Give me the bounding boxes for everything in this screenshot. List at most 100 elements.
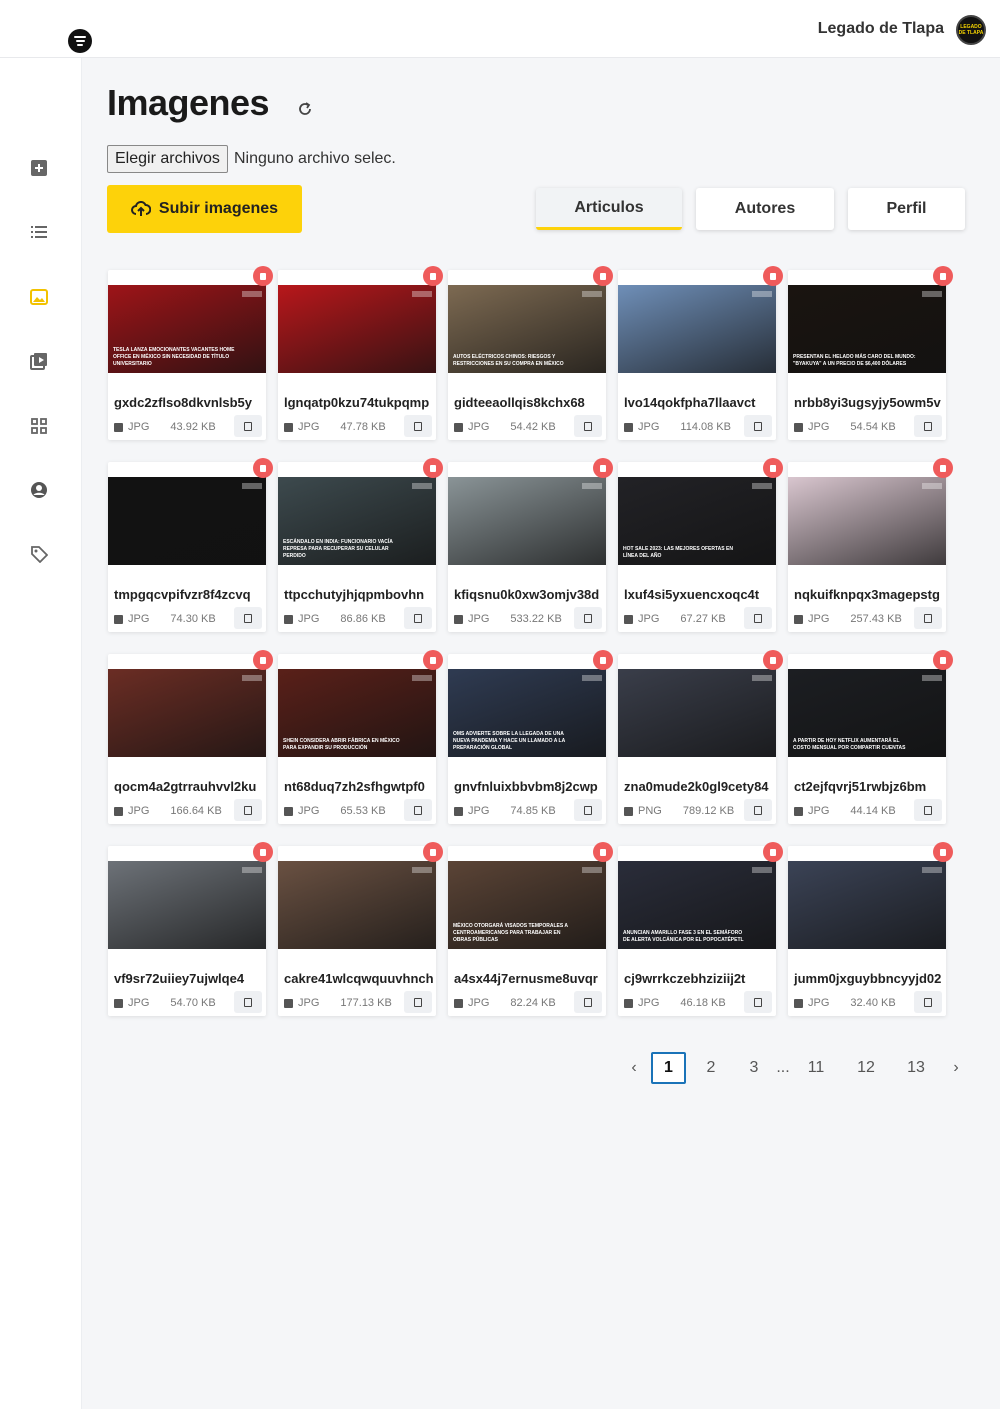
page-button[interactable]: 11 xyxy=(800,1052,832,1084)
image-card[interactable]: jumm0jxguybbncyyjd02 JPG 32.40 KB xyxy=(788,842,953,1016)
tab-articulos[interactable]: Articulos xyxy=(536,188,682,230)
copy-link-button[interactable] xyxy=(744,991,772,1013)
delete-button[interactable] xyxy=(593,842,613,862)
image-card[interactable]: TESLA LANZA EMOCIONANTES VACANTES HOME O… xyxy=(108,266,273,440)
image-card[interactable]: lgnqatp0kzu74tukpqmp JPG 47.78 KB xyxy=(278,266,443,440)
image-card[interactable]: zna0mude2k0gl9cety84 PNG 789.12 KB xyxy=(618,650,783,824)
delete-button[interactable] xyxy=(933,458,953,478)
delete-button[interactable] xyxy=(253,842,273,862)
image-card[interactable]: OMS ADVIERTE SOBRE LA LLEGADA DE UNA NUE… xyxy=(448,650,613,824)
image-card[interactable]: SHEIN CONSIDERA ABRIR FÁBRICA EN MÉXICO … xyxy=(278,650,443,824)
image-thumbnail[interactable] xyxy=(618,669,776,757)
copy-link-button[interactable] xyxy=(404,991,432,1013)
grid-icon[interactable] xyxy=(29,416,49,436)
delete-button[interactable] xyxy=(423,458,443,478)
copy-link-button[interactable] xyxy=(404,415,432,437)
copy-link-button[interactable] xyxy=(404,799,432,821)
image-thumbnail[interactable]: TESLA LANZA EMOCIONANTES VACANTES HOME O… xyxy=(108,285,266,373)
copy-link-button[interactable] xyxy=(234,991,262,1013)
choose-files-button[interactable]: Elegir archivos xyxy=(107,145,228,173)
delete-button[interactable] xyxy=(423,650,443,670)
copy-link-button[interactable] xyxy=(574,991,602,1013)
copy-link-button[interactable] xyxy=(574,799,602,821)
delete-button[interactable] xyxy=(593,650,613,670)
video-icon[interactable] xyxy=(29,351,49,371)
copy-link-button[interactable] xyxy=(234,799,262,821)
delete-button[interactable] xyxy=(423,266,443,286)
copy-link-button[interactable] xyxy=(234,607,262,629)
tab-autores[interactable]: Autores xyxy=(696,188,834,230)
image-card[interactable]: lvo14qokfpha7llaavct JPG 114.08 KB xyxy=(618,266,783,440)
avatar[interactable]: LEGADO DE TLAPA xyxy=(956,15,986,45)
copy-link-button[interactable] xyxy=(744,799,772,821)
image-thumbnail[interactable] xyxy=(108,669,266,757)
tab-perfil[interactable]: Perfil xyxy=(848,188,965,230)
copy-link-button[interactable] xyxy=(574,607,602,629)
list-icon[interactable] xyxy=(29,222,49,242)
image-thumbnail[interactable]: PRESENTAN EL HELADO MÁS CARO DEL MUNDO: … xyxy=(788,285,946,373)
image-thumbnail[interactable]: HOT SALE 2023: LAS MEJORES OFERTAS EN LÍ… xyxy=(618,477,776,565)
copy-link-button[interactable] xyxy=(404,607,432,629)
page-button[interactable]: 3 xyxy=(738,1052,770,1084)
image-card[interactable]: HOT SALE 2023: LAS MEJORES OFERTAS EN LÍ… xyxy=(618,458,783,632)
image-card[interactable]: tmpgqcvpifvzr8f4zcvq JPG 74.30 KB xyxy=(108,458,273,632)
image-card[interactable]: ANUNCIAN AMARILLO FASE 3 EN EL SEMÁFORO … xyxy=(618,842,783,1016)
image-thumbnail[interactable] xyxy=(788,861,946,949)
image-card[interactable]: nqkuifknpqx3magepstg JPG 257.43 KB xyxy=(788,458,953,632)
delete-button[interactable] xyxy=(933,842,953,862)
delete-button[interactable] xyxy=(593,458,613,478)
image-card[interactable]: ESCÁNDALO EN INDIA: FUNCIONARIO VACÍA RE… xyxy=(278,458,443,632)
copy-link-button[interactable] xyxy=(744,607,772,629)
image-card[interactable]: AUTOS ELÉCTRICOS CHINOS: RIESGOS Y RESTR… xyxy=(448,266,613,440)
image-card[interactable]: vf9sr72uiiey7ujwlqe4 JPG 54.70 KB xyxy=(108,842,273,1016)
copy-link-button[interactable] xyxy=(744,415,772,437)
delete-button[interactable] xyxy=(763,650,783,670)
copy-link-button[interactable] xyxy=(914,799,942,821)
image-card[interactable]: kfiqsnu0k0xw3omjv38d JPG 533.22 KB xyxy=(448,458,613,632)
page-button[interactable]: 12 xyxy=(848,1052,884,1084)
page-button[interactable]: 1 xyxy=(651,1052,686,1084)
image-thumbnail[interactable]: MÉXICO OTORGARÁ VISADOS TEMPORALES A CEN… xyxy=(448,861,606,949)
delete-button[interactable] xyxy=(253,650,273,670)
delete-button[interactable] xyxy=(253,266,273,286)
user-icon[interactable] xyxy=(29,480,49,500)
image-thumbnail[interactable] xyxy=(448,477,606,565)
next-page-button[interactable]: › xyxy=(944,1052,968,1084)
pagination-ellipsis[interactable]: ... xyxy=(772,1052,794,1084)
image-thumbnail[interactable] xyxy=(278,285,436,373)
image-thumbnail[interactable]: A PARTIR DE HOY NETFLIX AUMENTARÁ EL COS… xyxy=(788,669,946,757)
delete-button[interactable] xyxy=(593,266,613,286)
delete-button[interactable] xyxy=(763,266,783,286)
image-thumbnail[interactable]: OMS ADVIERTE SOBRE LA LLEGADA DE UNA NUE… xyxy=(448,669,606,757)
delete-button[interactable] xyxy=(763,842,783,862)
image-thumbnail[interactable]: AUTOS ELÉCTRICOS CHINOS: RIESGOS Y RESTR… xyxy=(448,285,606,373)
image-thumbnail[interactable]: SHEIN CONSIDERA ABRIR FÁBRICA EN MÉXICO … xyxy=(278,669,436,757)
image-card[interactable]: qocm4a2gtrrauhvvl2ku JPG 166.64 KB xyxy=(108,650,273,824)
image-thumbnail[interactable]: ANUNCIAN AMARILLO FASE 3 EN EL SEMÁFORO … xyxy=(618,861,776,949)
upload-images-button[interactable]: Subir imagenes xyxy=(107,185,302,233)
delete-button[interactable] xyxy=(763,458,783,478)
copy-link-button[interactable] xyxy=(234,415,262,437)
copy-link-button[interactable] xyxy=(574,415,602,437)
page-button[interactable]: 2 xyxy=(695,1052,727,1084)
image-card[interactable]: MÉXICO OTORGARÁ VISADOS TEMPORALES A CEN… xyxy=(448,842,613,1016)
menu-toggle-button[interactable] xyxy=(68,29,92,53)
image-thumbnail[interactable]: ESCÁNDALO EN INDIA: FUNCIONARIO VACÍA RE… xyxy=(278,477,436,565)
image-thumbnail[interactable] xyxy=(788,477,946,565)
prev-page-button[interactable]: ‹ xyxy=(622,1052,646,1084)
page-button[interactable]: 13 xyxy=(898,1052,934,1084)
delete-button[interactable] xyxy=(423,842,443,862)
image-thumbnail[interactable] xyxy=(108,861,266,949)
tag-icon[interactable] xyxy=(29,544,49,564)
copy-link-button[interactable] xyxy=(914,415,942,437)
image-thumbnail[interactable] xyxy=(618,285,776,373)
copy-link-button[interactable] xyxy=(914,991,942,1013)
image-thumbnail[interactable] xyxy=(278,861,436,949)
refresh-icon[interactable] xyxy=(297,101,313,117)
image-thumbnail[interactable] xyxy=(108,477,266,565)
image-card[interactable]: A PARTIR DE HOY NETFLIX AUMENTARÁ EL COS… xyxy=(788,650,953,824)
delete-button[interactable] xyxy=(253,458,273,478)
copy-link-button[interactable] xyxy=(914,607,942,629)
image-icon[interactable] xyxy=(29,287,49,307)
delete-button[interactable] xyxy=(933,650,953,670)
